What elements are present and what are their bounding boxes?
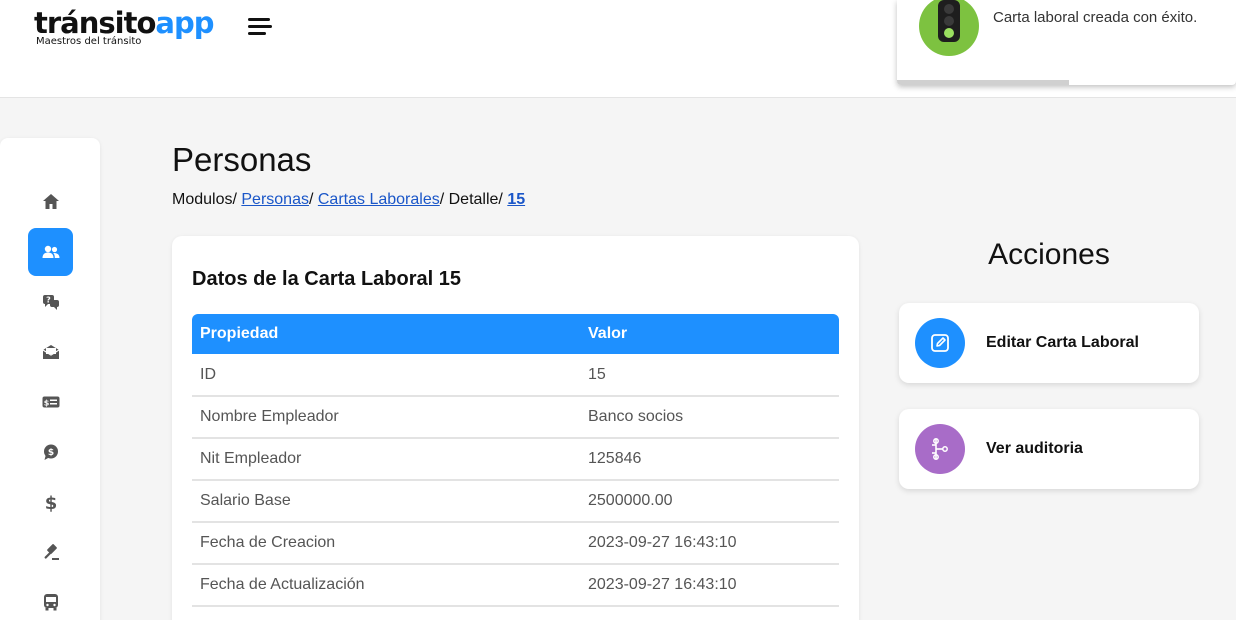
- details-card: Datos de la Carta Laboral 15 Propiedad V…: [172, 236, 859, 620]
- toast-message: Carta laboral creada con éxito.: [993, 9, 1198, 26]
- traffic-light-icon: [919, 0, 979, 56]
- dollar-chat-icon: $: [43, 444, 58, 460]
- money-card-icon: $: [42, 396, 59, 408]
- page-title: Personas: [172, 141, 312, 178]
- row-value: 2023-09-27 16:43:10: [580, 522, 839, 565]
- edit-carta-laboral-button[interactable]: Editar Carta Laboral: [899, 303, 1199, 383]
- table-row: Nombre Empleador Banco socios: [192, 396, 839, 439]
- sidebar-item-personas[interactable]: [28, 228, 73, 276]
- card-title: Datos de la Carta Laboral 15: [192, 268, 461, 290]
- breadcrumb: Modulos/ Personas/ Cartas Laborales/ Det…: [172, 191, 525, 209]
- row-value: 2500000.00: [580, 480, 839, 523]
- breadcrumb-separator: /: [308, 191, 314, 208]
- mail-open-icon: [42, 345, 59, 359]
- sidebar-item-home[interactable]: [28, 178, 73, 226]
- table-row: Nit Empleador 125846: [192, 438, 839, 481]
- sidebar-item-consultas[interactable]: ?: [28, 278, 73, 326]
- table-row: Fecha de Actualización 2023-09-27 16:43:…: [192, 564, 839, 607]
- menu-toggle-icon[interactable]: [246, 15, 272, 37]
- sidebar-item-juridico[interactable]: [28, 528, 73, 576]
- breadcrumb-modulos: Modulos/: [172, 191, 237, 208]
- row-value: 125846: [580, 438, 839, 481]
- chat-question-icon: ?: [42, 295, 59, 310]
- edit-icon: [915, 318, 965, 368]
- breadcrumb-link-personas[interactable]: Personas: [241, 191, 309, 208]
- table-row: ID 15: [192, 354, 839, 397]
- gavel-icon: [44, 544, 59, 560]
- row-value: Banco socios: [580, 396, 839, 439]
- logo-part2: app: [155, 6, 214, 40]
- svg-text:$: $: [43, 398, 49, 407]
- home-icon: [42, 194, 59, 209]
- dollar-icon: $: [44, 493, 57, 512]
- app-logo[interactable]: tránsitoapp Maestros del tránsito: [34, 6, 214, 47]
- row-value: 15: [580, 354, 839, 397]
- sidebar-item-correo[interactable]: [28, 328, 73, 376]
- column-header-valor: Valor: [588, 325, 628, 342]
- sidebar: ? $ $ $: [0, 138, 100, 620]
- logo-wordmark: tránsitoapp: [34, 6, 214, 40]
- success-toast[interactable]: Carta laboral creada con éxito.: [897, 0, 1236, 85]
- sidebar-item-finanzas[interactable]: $: [28, 478, 73, 526]
- breadcrumb-link-cartas-laborales[interactable]: Cartas Laborales: [318, 191, 440, 208]
- details-table: Propiedad Valor ID 15 Nombre Empleador B…: [192, 314, 839, 607]
- row-property: Nombre Empleador: [192, 396, 580, 439]
- sidebar-item-cartera[interactable]: $: [28, 428, 73, 476]
- logo-part1: tránsito: [34, 6, 156, 40]
- row-property: Fecha de Actualización: [192, 564, 580, 607]
- table-row: Salario Base 2500000.00: [192, 480, 839, 523]
- column-header-propiedad: Propiedad: [200, 325, 279, 342]
- sidebar-item-pagos[interactable]: $: [28, 378, 73, 426]
- ver-auditoria-label: Ver auditoria: [986, 440, 1083, 457]
- sidebar-item-transporte[interactable]: [28, 578, 73, 620]
- bus-icon: [43, 594, 58, 611]
- breadcrumb-detalle: / Detalle/: [439, 191, 503, 208]
- row-property: ID: [192, 354, 580, 397]
- svg-text:$: $: [47, 448, 53, 458]
- row-property: Salario Base: [192, 480, 580, 523]
- edit-carta-laboral-label: Editar Carta Laboral: [986, 334, 1139, 351]
- breadcrumb-link-id[interactable]: 15: [507, 191, 525, 208]
- svg-text:?: ?: [46, 296, 51, 305]
- actions-title: Acciones: [988, 238, 1110, 271]
- ver-auditoria-button[interactable]: Ver auditoria: [899, 409, 1199, 489]
- audit-tree-icon: [915, 424, 965, 474]
- table-header-row: Propiedad Valor: [192, 314, 839, 354]
- svg-text:$: $: [44, 493, 57, 512]
- table-row: Fecha de Creacion 2023-09-27 16:43:10: [192, 522, 839, 565]
- row-value: 2023-09-27 16:43:10: [580, 564, 839, 607]
- row-property: Fecha de Creacion: [192, 522, 580, 565]
- toast-progress-bar: [897, 80, 1069, 85]
- row-property: Nit Empleador: [192, 438, 580, 481]
- users-icon: [42, 245, 59, 258]
